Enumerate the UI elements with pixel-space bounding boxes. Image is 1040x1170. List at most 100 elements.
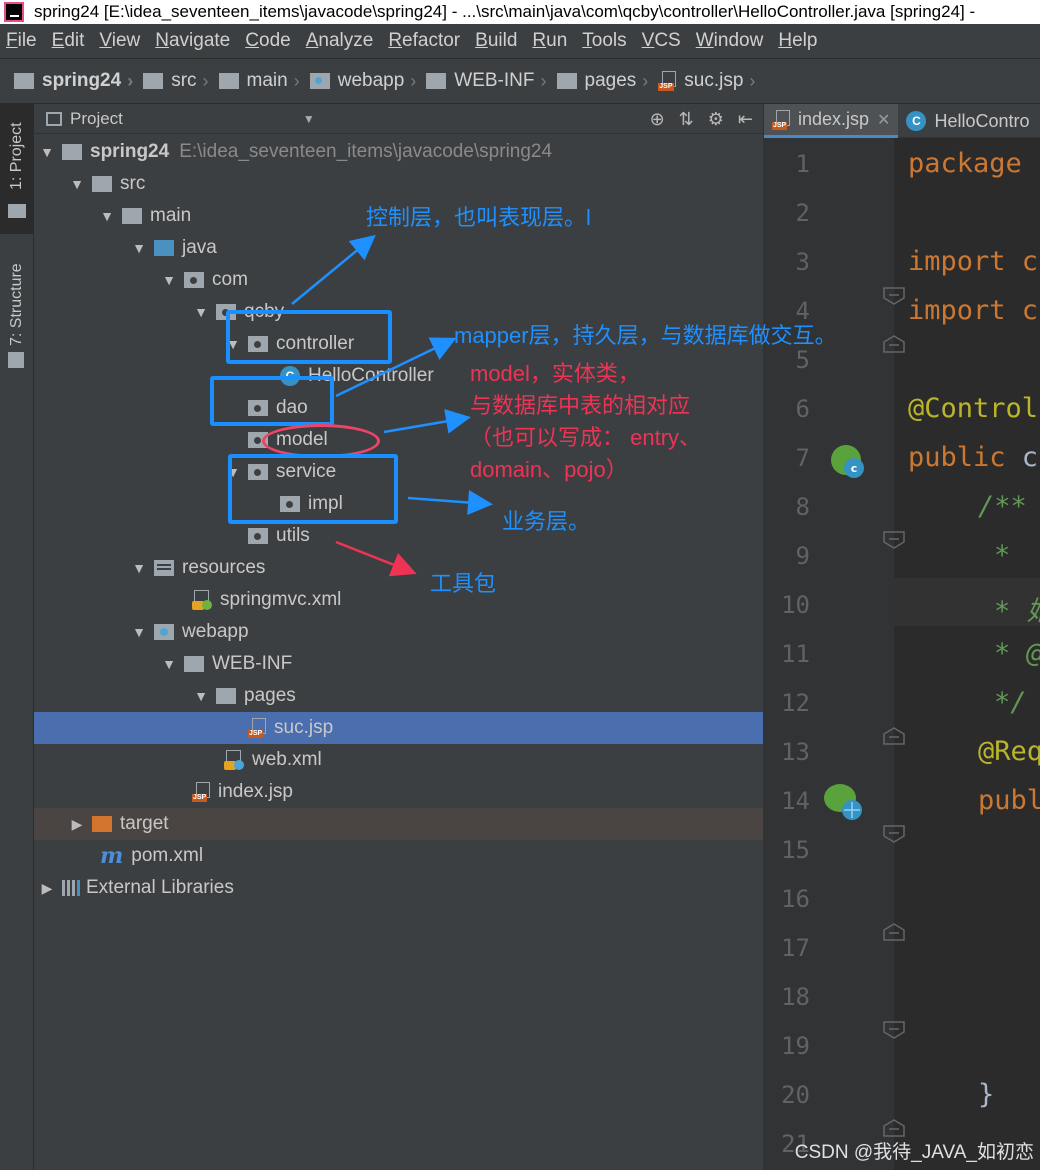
tree-item-external-libraries[interactable]: ▶ External Libraries xyxy=(34,872,763,904)
menu-tools[interactable]: Tools xyxy=(582,30,626,52)
breadcrumb-item-main[interactable]: main › xyxy=(218,70,300,92)
tab-label: index.jsp xyxy=(798,109,870,129)
breadcrumb-item-web-inf[interactable]: WEB-INF › xyxy=(426,70,547,92)
line-number: 3 xyxy=(795,248,810,276)
expand-arrow-icon[interactable]: ▼ xyxy=(130,560,148,576)
tree-item-pom-xml[interactable]: m pom.xml xyxy=(34,840,763,872)
project-icon xyxy=(8,204,26,218)
menu-file[interactable]: File xyxy=(6,30,37,52)
tree-item-service[interactable]: ▼ service xyxy=(34,456,763,488)
chevron-right-icon: › xyxy=(749,70,756,91)
code-editor: JSP index.jsp ✕ C HelloContro 1 2 3 4 5 … xyxy=(763,104,1040,1170)
line-number: 14 xyxy=(781,787,810,815)
expand-arrow-icon[interactable]: ▼ xyxy=(38,144,56,160)
web-folder-icon xyxy=(309,73,330,89)
tree-item-utils[interactable]: utils xyxy=(34,520,763,552)
tree-item-label: pom.xml xyxy=(131,845,204,866)
close-icon[interactable]: ✕ xyxy=(877,110,890,130)
controller-highlight-box xyxy=(226,310,392,364)
menu-analyze[interactable]: Analyze xyxy=(306,30,374,52)
breadcrumb-item-project[interactable]: spring24 › xyxy=(14,70,133,92)
gear-icon[interactable]: ⚙ xyxy=(708,109,724,130)
title-bar: spring24 [E:\idea_seventeen_items\javaco… xyxy=(0,0,1040,24)
spring-bean-icon[interactable]: c xyxy=(830,444,864,478)
tree-item-impl[interactable]: impl xyxy=(34,488,763,520)
breadcrumb-label: src xyxy=(171,70,197,91)
locate-file-icon[interactable]: ⊕ xyxy=(650,109,665,130)
tree-item-label: suc.jsp xyxy=(274,717,334,738)
tree-item-label: resources xyxy=(182,557,266,578)
expand-arrow-icon[interactable]: ▼ xyxy=(98,208,116,224)
tree-item-springmvc-xml[interactable]: springmvc.xml xyxy=(34,584,763,616)
collapsed-arrow-icon[interactable]: ▶ xyxy=(38,880,56,897)
code-line: import c xyxy=(908,295,1038,326)
folder-icon xyxy=(218,73,239,89)
breadcrumb-label: main xyxy=(246,70,288,91)
tool-window-tab-project[interactable]: 1: Project xyxy=(0,104,34,234)
tree-item-resources[interactable]: ▼ resources xyxy=(34,552,763,584)
expand-arrow-icon[interactable]: ▼ xyxy=(130,240,148,256)
menu-vcs[interactable]: VCS xyxy=(642,30,681,52)
editor-tab-index-jsp[interactable]: JSP index.jsp ✕ xyxy=(764,104,899,138)
editor-tab-hellocontroller[interactable]: C HelloContro xyxy=(898,104,1037,138)
code-token: import c xyxy=(908,246,1039,277)
line-number: 1 xyxy=(795,150,810,178)
tree-item-label: WEB-INF xyxy=(212,653,293,674)
project-panel-title[interactable]: Project xyxy=(70,109,123,129)
breadcrumb-label: WEB-INF xyxy=(454,70,535,91)
menu-navigate[interactable]: Navigate xyxy=(155,30,230,52)
collapse-all-icon[interactable]: ⇅ xyxy=(679,109,694,130)
code-line: /** xyxy=(978,491,1027,522)
tree-item-web-inf[interactable]: ▼ WEB-INF xyxy=(34,648,763,680)
expand-arrow-icon[interactable]: ▼ xyxy=(130,624,148,640)
jsp-file-icon: JSP xyxy=(248,718,268,738)
folder-icon xyxy=(426,73,447,89)
menu-window[interactable]: Window xyxy=(696,30,764,52)
tree-item-index-jsp[interactable]: JSP index.jsp xyxy=(34,776,763,808)
spring-request-mapping-icon[interactable] xyxy=(822,780,866,824)
tool-window-tab-label: 7: Structure xyxy=(8,263,25,346)
tree-item-suc-jsp[interactable]: JSP suc.jsp xyxy=(34,712,763,744)
tree-item-web-xml[interactable]: web.xml xyxy=(34,744,763,776)
project-panel-header: Project ▼ ⊕ ⇅ ⚙ ⇤ xyxy=(34,104,763,134)
expand-arrow-icon[interactable]: ▼ xyxy=(160,656,178,672)
collapsed-arrow-icon[interactable]: ▶ xyxy=(68,816,86,833)
breadcrumb-item-src[interactable]: src › xyxy=(143,70,209,92)
tree-item-label: utils xyxy=(276,525,310,546)
tree-item-spring24[interactable]: ▼ spring24 E:\idea_seventeen_items\javac… xyxy=(34,136,763,168)
menu-run[interactable]: Run xyxy=(532,30,567,52)
tree-item-pages[interactable]: ▼ pages xyxy=(34,680,763,712)
tree-item-java[interactable]: ▼ java xyxy=(34,232,763,264)
tree-item-com[interactable]: ▼ com xyxy=(34,264,763,296)
tree-item-src[interactable]: ▼ src xyxy=(34,168,763,200)
line-number: 16 xyxy=(781,885,810,913)
panel-toolbar: ⊕ ⇅ ⚙ ⇤ xyxy=(650,109,753,130)
dropdown-arrow-icon[interactable]: ▼ xyxy=(303,112,315,126)
line-number: 9 xyxy=(795,542,810,570)
folder-icon xyxy=(143,73,164,89)
hide-panel-icon[interactable]: ⇤ xyxy=(738,109,753,130)
service-highlight-box xyxy=(228,454,398,524)
expand-arrow-icon[interactable]: ▼ xyxy=(160,272,178,288)
breadcrumb-item-suc-jsp[interactable]: JSP suc.jsp › xyxy=(658,70,755,92)
line-number: 11 xyxy=(781,640,810,668)
tree-item-webapp[interactable]: ▼ webapp xyxy=(34,616,763,648)
tool-window-tab-structure[interactable]: 7: Structure xyxy=(0,254,34,374)
code-area[interactable]: package import c import c @Control publi… xyxy=(894,138,1040,1170)
menu-help[interactable]: Help xyxy=(778,30,817,52)
expand-arrow-icon[interactable]: ▼ xyxy=(192,688,210,704)
menu-code[interactable]: Code xyxy=(245,30,290,52)
menu-refactor[interactable]: Refactor xyxy=(388,30,460,52)
breadcrumb-item-pages[interactable]: pages › xyxy=(556,70,648,92)
chevron-right-icon: › xyxy=(127,70,134,91)
tree-item-target[interactable]: ▶ target xyxy=(34,808,763,840)
breadcrumb-item-webapp[interactable]: webapp › xyxy=(309,70,416,92)
menu-edit[interactable]: Edit xyxy=(52,30,85,52)
model-highlight-ellipse xyxy=(262,424,380,458)
menu-view[interactable]: View xyxy=(99,30,140,52)
expand-arrow-icon[interactable]: ▼ xyxy=(192,304,210,320)
service-annotation: 业务层。 xyxy=(502,509,591,534)
tree-item-label: web.xml xyxy=(252,749,322,770)
expand-arrow-icon[interactable]: ▼ xyxy=(68,176,86,192)
menu-build[interactable]: Build xyxy=(475,30,517,52)
